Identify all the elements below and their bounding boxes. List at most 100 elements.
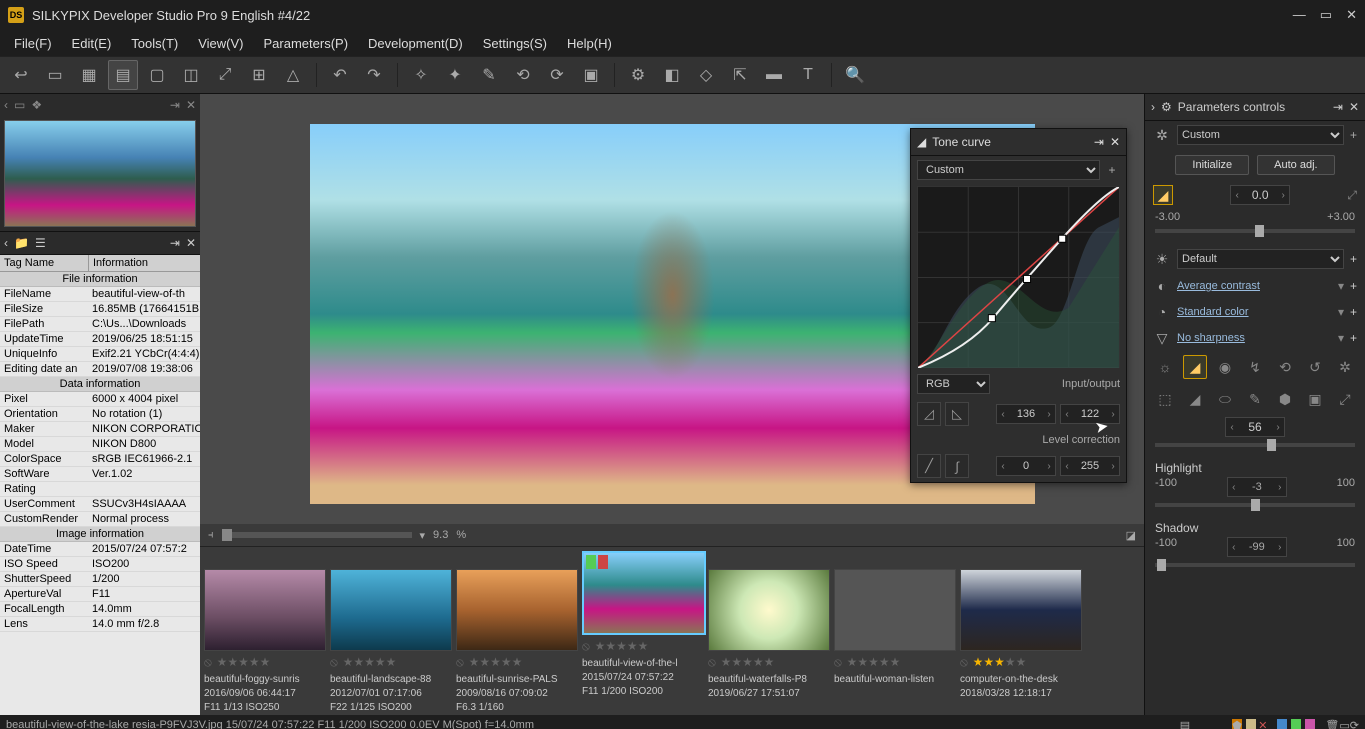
- chevron-left-icon[interactable]: ‹: [4, 98, 8, 112]
- wb-select[interactable]: Default: [1177, 249, 1344, 269]
- level-lo-spin[interactable]: ‹0›: [996, 456, 1056, 476]
- close-panel-icon[interactable]: ✕: [1349, 100, 1359, 114]
- expand-icon[interactable]: ⤢: [1333, 387, 1357, 411]
- tone-curve-panel[interactable]: ◢ Tone curve ⇥ ✕ Custom + RGB Input/outp…: [910, 128, 1127, 483]
- grid-icon[interactable]: ▦: [74, 60, 104, 90]
- menu-settings[interactable]: Settings(S): [475, 34, 555, 53]
- zoom-dropdown-icon[interactable]: ▾: [420, 529, 426, 542]
- menu-development[interactable]: Development(D): [360, 34, 471, 53]
- brush-icon[interactable]: ✎: [474, 60, 504, 90]
- highlight-slider[interactable]: [1155, 503, 1355, 507]
- refresh-icon[interactable]: ⟳: [1350, 719, 1359, 729]
- output-spin[interactable]: ‹122›: [1060, 404, 1120, 424]
- lens-icon[interactable]: ⬭: [1213, 387, 1237, 411]
- folder-icon[interactable]: 📁: [14, 236, 29, 250]
- plus-icon[interactable]: +: [1350, 279, 1357, 293]
- combo-view-icon[interactable]: ▤: [108, 60, 138, 90]
- preview-thumbnail[interactable]: [4, 120, 196, 227]
- reset-icon[interactable]: ↺: [1303, 355, 1327, 379]
- dual-icon[interactable]: ◫: [176, 60, 206, 90]
- close-icon[interactable]: ✕: [1346, 7, 1357, 23]
- crop-icon[interactable]: ▣: [1303, 387, 1327, 411]
- curve-preset-icon[interactable]: ∫: [945, 454, 969, 478]
- exposure-spin[interactable]: ‹0.0›: [1230, 185, 1290, 205]
- table-icon[interactable]: ⊞: [244, 60, 274, 90]
- adjust-icon[interactable]: ◧: [657, 60, 687, 90]
- sun-icon[interactable]: ☼: [1153, 355, 1177, 379]
- center-slider[interactable]: [1155, 443, 1355, 447]
- pick-black-icon[interactable]: ◺: [945, 402, 969, 426]
- preset-select[interactable]: Custom: [1177, 125, 1344, 145]
- center-spin[interactable]: ‹56›: [1225, 417, 1285, 437]
- detach-icon[interactable]: ⇥: [1333, 100, 1343, 114]
- rating-stars[interactable]: ⦸ ★★★★★: [834, 653, 954, 672]
- zoom-handle-icon[interactable]: ⫞: [208, 529, 214, 542]
- linear-icon[interactable]: ╱: [917, 454, 941, 478]
- single-icon[interactable]: ▢: [142, 60, 172, 90]
- mark-pink-icon[interactable]: [1305, 719, 1315, 729]
- tone-preset-select[interactable]: Custom: [917, 160, 1100, 180]
- minimize-icon[interactable]: —: [1293, 7, 1306, 23]
- rating-stars[interactable]: ⦸ ★★★★★: [330, 653, 450, 672]
- col-tag[interactable]: Tag Name: [0, 255, 89, 271]
- initialize-button[interactable]: Initialize: [1175, 155, 1249, 175]
- overlay-icon[interactable]: ▭: [14, 98, 25, 112]
- status-icon[interactable]: ▤: [1180, 719, 1190, 729]
- detach-icon[interactable]: ⇥: [1094, 135, 1104, 149]
- nr-icon[interactable]: ⬚: [1153, 387, 1177, 411]
- highlight-spin[interactable]: ‹-3›: [1227, 477, 1287, 497]
- histogram-toggle-icon[interactable]: ◪: [1126, 529, 1136, 542]
- trash-icon[interactable]: 🗑: [1325, 719, 1339, 729]
- warning-icon[interactable]: △: [278, 60, 308, 90]
- menu-file[interactable]: File(F): [6, 34, 60, 53]
- export-icon[interactable]: ⇱: [725, 60, 755, 90]
- plus-icon[interactable]: +: [1350, 128, 1357, 142]
- film-card[interactable]: ⦸ ★★★★★beautiful-foggy-sunris2016/09/06 …: [204, 551, 324, 714]
- contrast-link[interactable]: Average contrast: [1177, 280, 1332, 292]
- detach-icon[interactable]: ⇥: [170, 236, 180, 250]
- menu-view[interactable]: View(V): [190, 34, 251, 53]
- close-icon[interactable]: ✕: [1110, 135, 1120, 149]
- exposure-slider[interactable]: [1155, 229, 1355, 233]
- film-card[interactable]: ⦸ ★★★★★beautiful-woman-listen: [834, 551, 954, 690]
- level-hi-spin[interactable]: ‹255›: [1060, 456, 1120, 476]
- drop-icon[interactable]: ⬢: [1273, 387, 1297, 411]
- flag-beige-icon[interactable]: [1246, 719, 1256, 729]
- clear-icon[interactable]: ↯: [1243, 355, 1267, 379]
- shadow-slider[interactable]: [1155, 563, 1355, 567]
- exposure-icon[interactable]: ◢: [1153, 185, 1173, 205]
- maximize-icon[interactable]: ▭: [1320, 7, 1332, 23]
- film-card[interactable]: ⦸ ★★★★★beautiful-landscape-882012/07/01 …: [330, 551, 450, 714]
- film-card[interactable]: ⦸ ★★★★★computer-on-the-desk2018/03/28 12…: [960, 551, 1080, 702]
- plus-icon[interactable]: +: [1350, 305, 1357, 319]
- rating-stars[interactable]: ⦸ ★★★★★: [582, 637, 702, 656]
- mark-blue-icon[interactable]: [1277, 719, 1287, 729]
- expand-icon[interactable]: ⤢: [1347, 188, 1357, 203]
- input-spin[interactable]: ‹136›: [996, 404, 1056, 424]
- mark-green-icon[interactable]: [1291, 719, 1301, 729]
- menu-help[interactable]: Help(H): [559, 34, 620, 53]
- redo-icon[interactable]: ↷: [359, 60, 389, 90]
- undo-icon[interactable]: ↶: [325, 60, 355, 90]
- search-icon[interactable]: 🔍: [840, 60, 870, 90]
- auto-adj-button[interactable]: Auto adj.: [1257, 155, 1334, 175]
- col-info[interactable]: Information: [89, 255, 200, 271]
- rating-stars[interactable]: ⦸ ★★★★★: [204, 653, 324, 672]
- settings-icon[interactable]: ✲: [1333, 355, 1357, 379]
- screen-icon[interactable]: ▭: [1339, 719, 1349, 729]
- channel-select[interactable]: RGB: [917, 374, 990, 394]
- rotright-icon[interactable]: ⟳: [542, 60, 572, 90]
- rotleft-icon[interactable]: ⟲: [508, 60, 538, 90]
- thumbs-icon[interactable]: ▭: [40, 60, 70, 90]
- zoom-slider[interactable]: [222, 532, 412, 538]
- close-panel-icon[interactable]: ✕: [186, 236, 196, 250]
- arrow-left-icon[interactable]: ↩: [6, 60, 36, 90]
- sharp-link[interactable]: No sharpness: [1177, 332, 1332, 344]
- layer-icon[interactable]: ❖: [31, 98, 42, 112]
- plus-icon[interactable]: +: [1350, 252, 1357, 266]
- tri-icon[interactable]: ◢: [1183, 387, 1207, 411]
- film-card[interactable]: ⦸ ★★★★★beautiful-view-of-the-l2015/07/24…: [582, 551, 702, 698]
- list-icon[interactable]: ☰: [35, 236, 46, 250]
- rating-stars[interactable]: ⦸ ★★★★★: [708, 653, 828, 672]
- sphere-icon[interactable]: ◉: [1213, 355, 1237, 379]
